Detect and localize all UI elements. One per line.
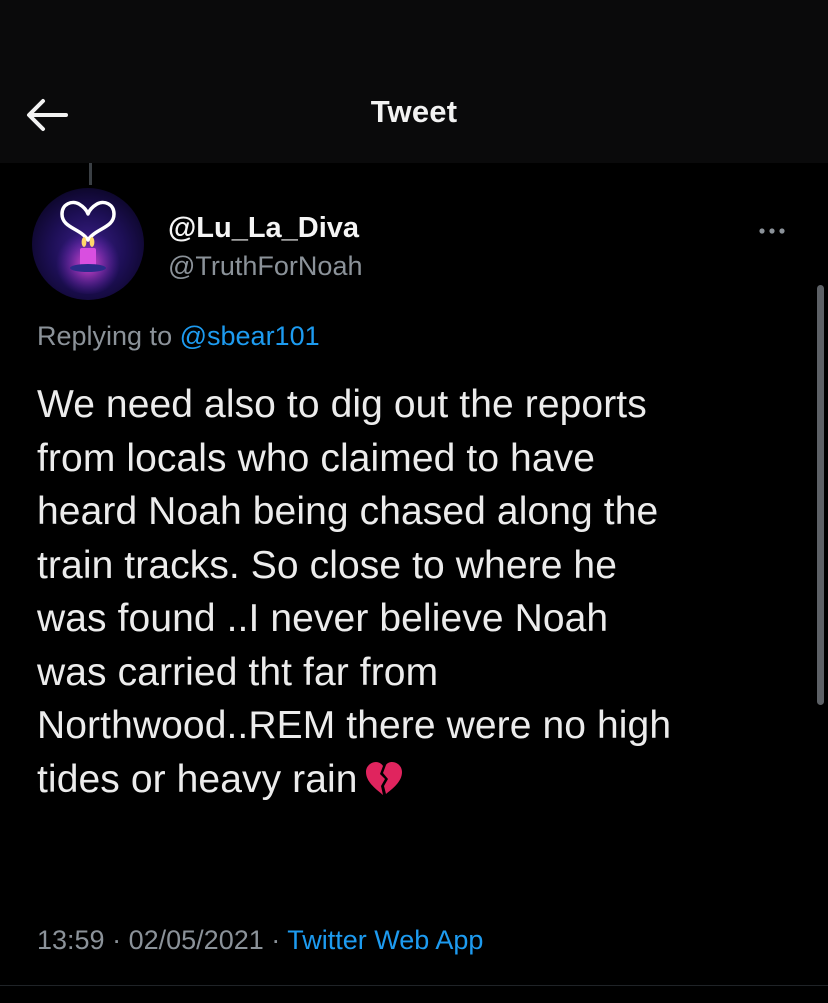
meta-separator: · xyxy=(271,925,281,955)
thread-connector-line xyxy=(89,163,92,185)
scrollbar[interactable] xyxy=(817,285,824,705)
tweet-source-link[interactable]: Twitter Web App xyxy=(287,925,483,955)
tweet-text: We need also to dig out the reports from… xyxy=(37,378,807,812)
more-options-button[interactable] xyxy=(750,220,794,242)
tweet-line: train tracks. So close to where he xyxy=(37,543,618,587)
page-title: Tweet xyxy=(370,94,458,129)
tweet-date: 02/05/2021 xyxy=(128,925,264,955)
tweet-last-line: tides or heavy rain xyxy=(37,753,807,813)
user-info: @Lu_La_Diva @TruthForNoah xyxy=(168,210,362,286)
tweet-line: We need also to dig out the reports xyxy=(37,383,647,426)
reply-mention-link[interactable]: @sbear101 xyxy=(180,321,320,351)
tweet-line: was found ..I never believe Noah xyxy=(37,597,609,640)
tweet-meta: 13:59 · 02/05/2021 · Twitter Web App xyxy=(37,922,483,958)
replying-to-label: Replying to xyxy=(37,321,173,351)
broken-heart-icon xyxy=(364,759,404,813)
tweet-time: 13:59 xyxy=(37,925,105,955)
more-dots-icon xyxy=(759,228,785,234)
heart-candle-icon xyxy=(48,200,128,294)
tweet-line: was carried tht far from xyxy=(37,650,439,694)
tweet-line: Northwood..REM there were no high xyxy=(37,704,672,747)
tweet-line: heard Noah being chased along the xyxy=(37,490,659,533)
divider xyxy=(0,985,828,986)
display-name[interactable]: @Lu_La_Diva xyxy=(168,210,362,246)
meta-separator: · xyxy=(112,925,122,955)
tweet-line: tides or heavy rain xyxy=(37,757,358,801)
user-handle[interactable]: @TruthForNoah xyxy=(168,246,362,286)
avatar[interactable] xyxy=(32,188,144,300)
replying-to-line: Replying to @sbear101 xyxy=(37,318,320,354)
top-bar: Tweet xyxy=(0,0,828,163)
tweet-line: from locals who claimed to have xyxy=(37,436,596,480)
